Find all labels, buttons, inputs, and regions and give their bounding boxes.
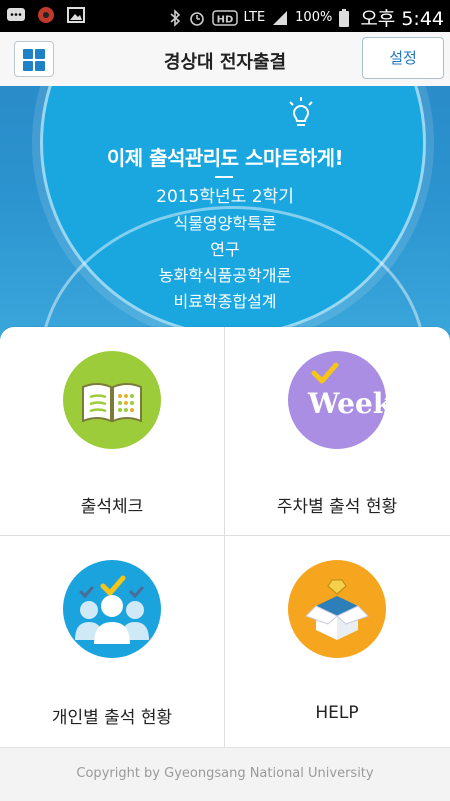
messenger-icon <box>7 8 25 21</box>
attendance-check-label: 출석체크 <box>80 497 144 517</box>
attendance-check-button[interactable]: 출석체크 <box>0 327 224 535</box>
course-item: 비료학종합설계 <box>173 292 277 311</box>
footer: Copyright by Gyeongsang National Univers… <box>0 747 450 801</box>
lightbulb-icon <box>289 97 313 126</box>
course-item: 연구 <box>210 240 240 259</box>
semester-label: 2015학년도 2학기 <box>156 187 294 207</box>
music-app-icon <box>38 7 54 23</box>
individual-attendance-button[interactable]: 개인별 출석 현황 <box>0 536 224 744</box>
status-bar: HD LTE 100% 오후 5:44 <box>0 0 450 32</box>
week-check-icon: Week <box>288 351 386 449</box>
help-button[interactable]: HELP <box>225 536 449 744</box>
settings-button[interactable]: 설정 <box>362 37 444 79</box>
help-box-icon <box>288 560 386 658</box>
battery-percent: 100% <box>295 10 333 25</box>
svg-text:HD: HD <box>216 14 233 25</box>
copyright-text: Copyright by Gyeongsang National Univers… <box>76 766 374 781</box>
weekly-attendance-label: 주차별 출석 현황 <box>276 497 398 517</box>
banner-headline: 이제 출석관리도 스마트하게! <box>106 146 344 170</box>
lte-indicator: LTE <box>243 10 266 25</box>
battery-icon <box>339 8 350 27</box>
clock: 오후 5:44 <box>360 8 444 30</box>
banner: 이제 출석관리도 스마트하게! 2015학년도 2학기 식물영양학특론 연구 농… <box>0 86 450 344</box>
hd-voice-icon: HD <box>211 9 238 26</box>
open-book-icon <box>63 351 161 449</box>
app-bar: 경상대 전자출결 설정 <box>0 32 450 87</box>
people-check-icon <box>63 560 161 658</box>
week-icon-text: Week <box>307 387 386 420</box>
signal-icon <box>273 10 288 25</box>
alarm-icon <box>189 11 204 26</box>
bluetooth-icon <box>170 8 180 27</box>
gallery-icon <box>67 7 85 23</box>
course-item: 농화학식품공학개론 <box>158 266 292 285</box>
weekly-attendance-button[interactable]: Week 주차별 출석 현황 <box>225 327 449 535</box>
help-label: HELP <box>315 703 359 723</box>
course-item: 식물영양학특론 <box>173 214 277 233</box>
divider <box>215 176 233 178</box>
individual-attendance-label: 개인별 출석 현황 <box>51 708 173 728</box>
